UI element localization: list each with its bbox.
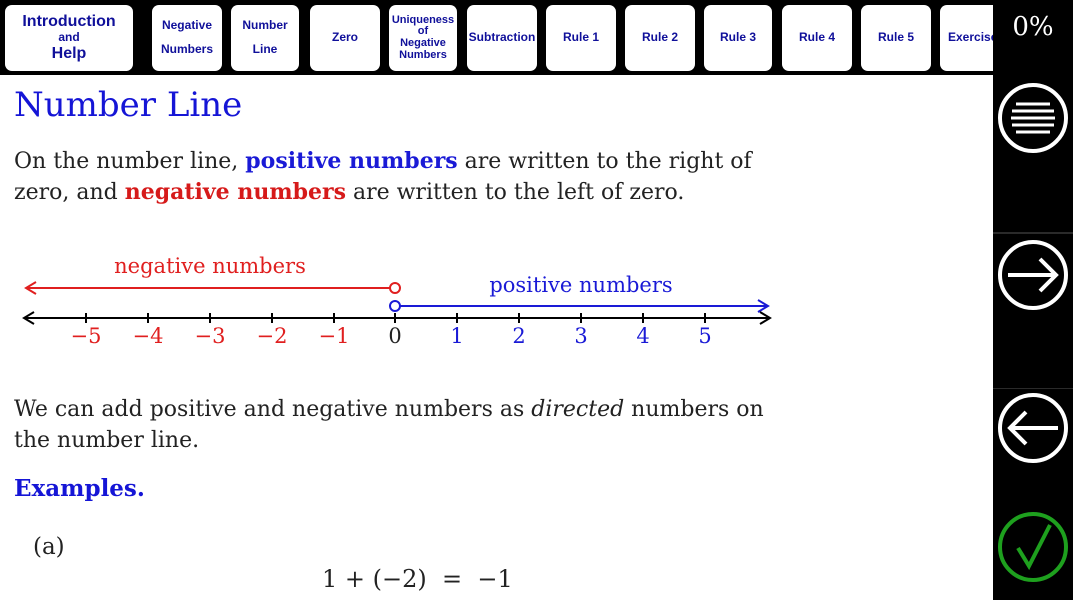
tab-label: Negative [161,18,212,33]
tab-introduction[interactable]: Introduction and Help [5,5,133,71]
examples-heading: Examples. [14,475,145,502]
tick-label: −2 [257,324,288,348]
arrow-left-icon [998,392,1068,463]
tab-label: Help [51,44,87,62]
tick-label: −1 [319,324,350,348]
tab-exercise[interactable]: Exercise [940,5,993,71]
tick-label: −3 [195,324,226,348]
check-button[interactable] [993,508,1073,585]
tick-label: 3 [574,324,587,348]
main-content: Number Line On the number line, positive… [0,75,993,600]
tab-label: Negative [400,37,446,49]
tick-label-zero: 0 [388,324,401,348]
open-circle-red [389,282,401,294]
checkmark-icon [998,511,1068,582]
tab-label: and [58,30,80,45]
top-nav: Introduction and Help Negative Numbers N… [0,0,993,75]
intro-text: On the number line, [14,149,246,174]
tab-label: Subtraction [468,30,536,45]
tab-negative-numbers[interactable]: Negative Numbers [152,5,222,71]
sidebar: 0% [993,0,1073,600]
positive-numbers-term: positive numbers [245,148,458,174]
menu-button[interactable] [993,79,1073,156]
directed-text: We can add positive and negative numbers… [14,397,532,422]
example-a-label: (a) [33,534,65,560]
negative-numbers-label: negative numbers [114,254,306,278]
tab-number-line[interactable]: Number Line [231,5,299,71]
open-circle-blue [389,300,401,312]
tick-label: −5 [71,324,102,348]
tab-subtraction[interactable]: Subtraction [467,5,537,71]
tick-label: 5 [698,324,711,348]
progress-percent: 0% [1012,12,1054,42]
tab-label: Rule 4 [798,30,835,45]
negative-numbers-term: negative numbers [124,179,346,205]
intro-paragraph: On the number line, positive numbers are… [14,146,774,208]
tab-label: Zero [331,30,358,45]
menu-icon [998,82,1068,153]
page-title: Number Line [14,85,243,125]
number-line-diagram: negative numbers positive numbers −5 −4 … [22,254,772,348]
tab-rule-3[interactable]: Rule 3 [704,5,772,71]
tab-rule-5[interactable]: Rule 5 [861,5,931,71]
positive-numbers-label: positive numbers [489,273,672,297]
tab-rule-2[interactable]: Rule 2 [625,5,695,71]
example-a-equation: 1 + (−2) = −1 [322,565,513,593]
directed-term: directed [531,397,625,422]
tab-label: Line [252,42,278,56]
tab-label: Rule 3 [719,30,756,45]
tab-label: Exercise [948,30,993,45]
intro-text: are written to the left of zero. [345,180,685,205]
tab-label: Rule 5 [877,30,914,45]
tab-label: Numbers [160,42,213,56]
tab-rule-1[interactable]: Rule 1 [546,5,616,71]
tab-label: Rule 2 [641,30,678,45]
tab-label: Number [242,18,288,33]
tick-label: 2 [512,324,525,348]
directed-paragraph: We can add positive and negative numbers… [14,394,774,456]
tick-label: 1 [450,324,463,348]
tab-label: Introduction [22,12,116,30]
divider [993,232,1073,234]
tab-label: Numbers [399,48,447,61]
arrow-right-icon [998,239,1068,310]
next-button[interactable] [993,236,1073,313]
tick-label: −4 [133,324,164,348]
tick-label: 4 [636,324,649,348]
tab-label: Rule 1 [562,30,599,45]
back-button[interactable] [993,389,1073,466]
tab-zero[interactable]: Zero [310,5,380,71]
tab-rule-4[interactable]: Rule 4 [782,5,852,71]
tab-uniqueness[interactable]: Uniqueness of Negative Numbers [389,5,457,71]
